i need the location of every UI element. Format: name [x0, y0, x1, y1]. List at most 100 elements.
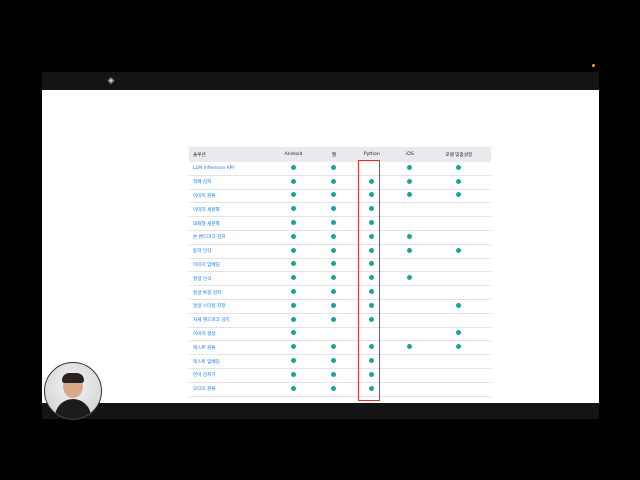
solution-link[interactable]: LLM Inference API — [189, 162, 270, 176]
table-body: LLM Inference API 객체 감지 이미지 분류 이미지 세분화 대화형 세… — [189, 162, 491, 397]
support-cell — [426, 354, 491, 369]
support-cell — [269, 258, 318, 273]
solution-link[interactable]: 텍스트 분류 — [189, 340, 270, 356]
supported-dot-icon — [331, 371, 337, 377]
supported-dot-icon — [291, 192, 297, 198]
supported-dot-icon — [407, 344, 413, 350]
column-header: 모델 맞춤설정 — [426, 147, 491, 162]
support-cell — [426, 368, 491, 383]
supported-dot-icon — [291, 261, 297, 267]
solution-link[interactable]: 객체 감지 — [189, 175, 270, 190]
supported-dot-icon — [291, 206, 297, 212]
support-cell — [393, 299, 427, 314]
supported-dot-icon — [291, 233, 297, 239]
support-cell — [269, 368, 318, 383]
supported-dot-icon — [331, 164, 337, 170]
supported-dot-icon — [456, 247, 462, 253]
supported-dot-icon — [456, 164, 462, 170]
support-cell — [317, 175, 351, 190]
support-cell — [426, 327, 491, 342]
support-cell — [317, 382, 351, 397]
solution-link[interactable]: 이미지 세분화 — [189, 202, 270, 218]
support-cell — [269, 230, 318, 245]
support-cell — [426, 216, 491, 231]
table-row: 텍스트 임베딩 — [189, 354, 491, 369]
table-row: 이미지 임베딩 — [189, 258, 491, 273]
supported-dot-icon — [331, 233, 337, 239]
support-cell — [393, 285, 427, 300]
support-cell — [393, 258, 427, 273]
support-cell — [269, 175, 318, 190]
table-row: 얼굴 인식 — [189, 271, 491, 287]
supported-dot-icon — [407, 275, 413, 281]
support-cell — [269, 313, 318, 328]
supported-dot-icon — [407, 247, 413, 253]
support-cell — [426, 382, 491, 397]
top-bar: ◈ — [42, 72, 599, 90]
table-row: LLM Inference API — [189, 162, 491, 176]
support-cell — [317, 299, 351, 314]
solution-link[interactable]: 얼굴 특징 감지 — [189, 285, 270, 300]
column-header: 솔루션 — [189, 147, 270, 162]
column-header: iOS — [393, 147, 427, 162]
supported-dot-icon — [456, 344, 462, 350]
support-cell — [269, 189, 318, 204]
table-row: 오디오 분류 — [189, 382, 491, 397]
table-row: 언어 감지기 — [189, 368, 491, 383]
supported-dot-icon — [291, 344, 297, 350]
support-cell — [317, 340, 351, 356]
solution-link[interactable]: 동작 인식 — [189, 244, 270, 259]
solution-link[interactable]: 이미지 분류 — [189, 189, 270, 204]
supported-dot-icon — [291, 385, 297, 391]
solution-link[interactable]: 얼굴 스타일 지정 — [189, 299, 270, 314]
supported-dot-icon — [331, 302, 337, 308]
supported-dot-icon — [331, 206, 337, 212]
support-cell — [393, 189, 427, 204]
support-cell — [317, 202, 351, 218]
supported-dot-icon — [407, 192, 413, 198]
solution-link[interactable]: 얼굴 인식 — [189, 271, 270, 287]
supported-dot-icon — [331, 358, 337, 364]
bottom-bar — [42, 403, 599, 419]
supported-dot-icon — [291, 371, 297, 377]
support-cell — [269, 340, 318, 356]
table-header-row: 솔루션 Android 웹 Python iOS 모델 맞춤설정 — [189, 147, 491, 162]
support-cell — [269, 271, 318, 287]
support-cell — [269, 327, 318, 342]
support-cell — [317, 313, 351, 328]
supported-dot-icon — [456, 330, 462, 336]
support-cell — [426, 313, 491, 328]
supported-dot-icon — [331, 247, 337, 253]
column-header: Android — [269, 147, 318, 162]
support-cell — [393, 175, 427, 190]
status-dot — [592, 64, 595, 67]
solution-link[interactable]: 텍스트 임베딩 — [189, 354, 270, 369]
solution-link[interactable]: 이미지 임베딩 — [189, 258, 270, 273]
table-row: 이미지 분류 — [189, 189, 491, 204]
table-row: 손 랜드마크 감지 — [189, 230, 491, 245]
table-row: 동작 인식 — [189, 244, 491, 259]
supported-dot-icon — [407, 178, 413, 184]
solution-link[interactable]: 이미지 생성 — [189, 327, 270, 342]
table-row: 대화형 세분화 — [189, 216, 491, 231]
solution-link[interactable]: 언어 감지기 — [189, 368, 270, 383]
support-cell — [393, 368, 427, 383]
supported-dot-icon — [291, 164, 297, 170]
supported-dot-icon — [291, 330, 297, 336]
supported-dot-icon — [291, 275, 297, 281]
supported-dot-icon — [331, 275, 337, 281]
supported-dot-icon — [291, 302, 297, 308]
support-cell — [269, 382, 318, 397]
solution-link[interactable]: 대화형 세분화 — [189, 216, 270, 231]
supported-dot-icon — [291, 178, 297, 184]
solution-link[interactable]: 손 랜드마크 감지 — [189, 230, 270, 245]
table-row: 자세 랜드마크 감지 — [189, 313, 491, 328]
solution-link[interactable]: 자세 랜드마크 감지 — [189, 313, 270, 328]
solution-link[interactable]: 오디오 분류 — [189, 382, 270, 397]
support-cell — [317, 354, 351, 369]
support-cell — [393, 244, 427, 259]
supported-dot-icon — [291, 316, 297, 322]
supported-dot-icon — [407, 233, 413, 239]
support-cell — [393, 230, 427, 245]
support-cell — [317, 327, 351, 342]
